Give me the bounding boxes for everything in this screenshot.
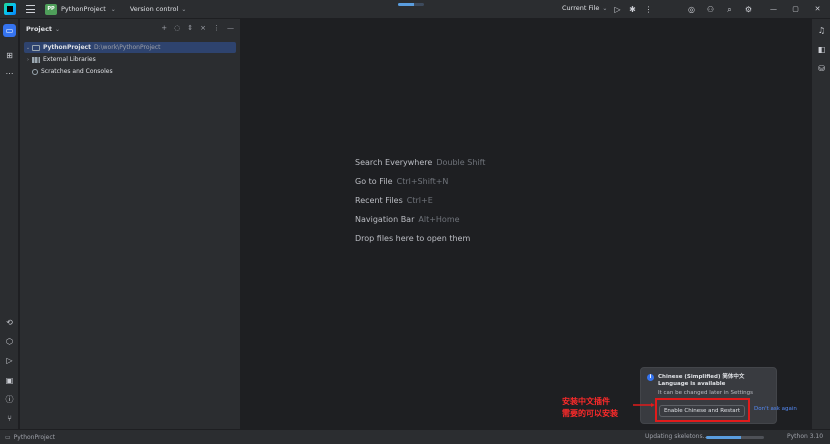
hint-recent-files: Recent Files Ctrl+E (355, 196, 433, 205)
project-name: PythonProject (61, 5, 106, 13)
debug-icon[interactable]: ✱ (627, 4, 638, 15)
folder-icon (32, 44, 40, 51)
terminal-icon[interactable]: ▣ (3, 374, 16, 387)
scratches-icon (32, 68, 38, 75)
main-menu-icon[interactable] (26, 5, 35, 13)
locate-icon[interactable]: ◌ (174, 24, 180, 32)
panel-title: Project (26, 25, 53, 33)
collapse-all-icon[interactable]: ⨯ (200, 24, 206, 32)
left-tool-window-bar: ▭ ⊞ ⋯ ⟲ ⬡ ▷ ▣ ⓘ ⑂ (0, 19, 19, 429)
ai-assistant-icon[interactable]: ◎ (686, 4, 697, 15)
tree-item-label: Scratches and Consoles (41, 68, 113, 75)
run-config-selector[interactable]: Current File ⌄ (562, 4, 607, 12)
notifications-icon[interactable]: ♫ (815, 24, 828, 37)
annotation-text: 安装中文插件 需要的可以安装 (562, 397, 618, 418)
close-button[interactable]: ✕ (812, 4, 823, 15)
git-icon[interactable]: ⑂ (3, 412, 16, 425)
notification-title: Chinese (Simplified) 简体中文 Language is av… (658, 374, 745, 387)
pycharm-logo-icon (4, 3, 16, 15)
hint-go-to-file: Go to File Ctrl+Shift+N (355, 177, 449, 186)
background-task-label[interactable]: Updating skeletons... (645, 433, 708, 440)
title-bar: PP PythonProject ⌄ Version control ⌄ Cur… (0, 0, 830, 19)
tree-item-label: External Libraries (43, 56, 96, 63)
background-task-progress (706, 436, 764, 439)
python-console-icon[interactable]: ⬡ (3, 335, 16, 348)
status-project[interactable]: ▭ PythonProject (5, 434, 55, 441)
chevron-down-icon: ⌄ (602, 4, 608, 12)
problems-icon[interactable]: ⓘ (3, 393, 16, 406)
hint-drop-files: Drop files here to open them (355, 234, 471, 243)
chevron-right-icon[interactable]: › (24, 57, 32, 63)
chevron-down-icon: ⌄ (181, 5, 187, 13)
tree-item-scratches[interactable]: Scratches and Consoles (24, 66, 113, 77)
ai-chat-icon[interactable]: ◧ (815, 43, 828, 56)
project-widget[interactable]: PP PythonProject ⌄ (45, 3, 116, 15)
new-file-icon[interactable]: + (161, 24, 167, 32)
notification-subtitle: It can be changed later in Settings (658, 390, 754, 396)
tree-item-path: D:\work\PythonProject (93, 44, 161, 51)
structure-icon[interactable]: ⊞ (3, 49, 16, 62)
python-packages-icon[interactable]: ⟲ (3, 316, 16, 329)
project-tool-window: Project ⌄ + ◌ ⇕ ⨯ ⋮ — ⌄ PythonProject D:… (20, 19, 241, 429)
indexing-progress (398, 3, 424, 6)
vcs-widget[interactable]: Version control ⌄ (130, 5, 187, 13)
options-icon[interactable]: ⋮ (213, 24, 220, 32)
code-with-me-icon[interactable]: ⚇ (705, 4, 716, 15)
tree-item-label: PythonProject (43, 44, 91, 51)
more-actions-icon[interactable]: ⋮ (643, 4, 654, 15)
run-config-label: Current File (562, 4, 600, 12)
tree-item-external-libraries[interactable]: › External Libraries (24, 54, 96, 65)
database-icon[interactable]: ⛁ (815, 62, 828, 75)
info-icon: i (647, 374, 654, 381)
more-tool-windows-icon[interactable]: ⋯ (3, 67, 16, 80)
settings-gear-icon[interactable]: ⚙ (743, 4, 754, 15)
hint-search-everywhere: Search Everywhere Double Shift (355, 158, 486, 167)
right-tool-window-bar: ♫ ◧ ⛁ (811, 19, 830, 429)
search-icon[interactable]: ⌕ (724, 4, 735, 15)
maximize-button[interactable]: ▢ (790, 4, 801, 15)
run-icon[interactable]: ▷ (612, 4, 623, 15)
chevron-down-icon: ⌄ (110, 5, 116, 13)
chevron-down-icon[interactable]: ⌄ (24, 45, 32, 51)
annotation-highlight-box (655, 398, 750, 422)
annotation-arrow-icon (633, 403, 655, 407)
project-icon: ▭ (5, 433, 11, 441)
hint-navigation-bar: Navigation Bar Alt+Home (355, 215, 460, 224)
chevron-down-icon[interactable]: ⌄ (55, 26, 60, 33)
tree-item-project-root[interactable]: ⌄ PythonProject D:\work\PythonProject (24, 42, 236, 53)
minimize-button[interactable]: — (768, 4, 779, 15)
status-bar: ▭ PythonProject Updating skeletons... Py… (0, 429, 830, 444)
project-folder-icon[interactable]: ▭ (3, 24, 16, 37)
vcs-label: Version control (129, 5, 179, 13)
services-icon[interactable]: ▷ (3, 354, 16, 367)
expand-all-icon[interactable]: ⇕ (187, 24, 193, 32)
hide-panel-icon[interactable]: — (227, 24, 234, 32)
project-badge: PP (45, 3, 57, 15)
library-icon (32, 56, 40, 63)
python-interpreter[interactable]: Python 3.10 (787, 433, 823, 440)
dont-ask-again-link[interactable]: Don't ask again (754, 406, 797, 412)
panel-toolbar: + ◌ ⇕ ⨯ ⋮ — (161, 24, 234, 32)
